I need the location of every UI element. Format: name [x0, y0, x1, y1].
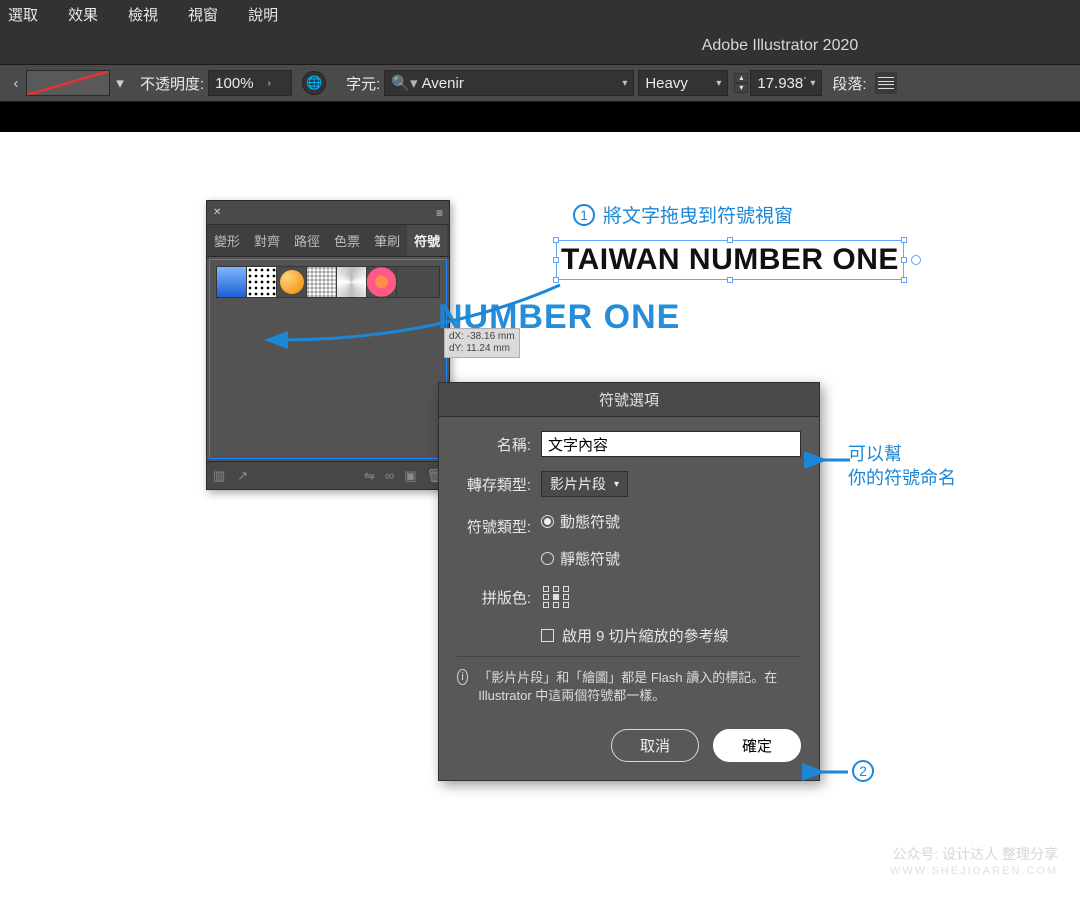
opacity-label: 不透明度: [140, 73, 204, 94]
library-icon[interactable]: ▥ [213, 468, 225, 484]
fill-none-swatch[interactable] [26, 70, 110, 96]
globe-icon[interactable]: 🌐 [302, 71, 326, 95]
info-icon: i [457, 669, 468, 685]
step1-text: 將文字拖曳到符號視窗 [603, 201, 793, 228]
menu-view[interactable]: 檢視 [128, 4, 158, 25]
selection-handle[interactable] [901, 237, 907, 243]
checkbox-icon [541, 629, 554, 642]
font-family-value: Avenir [422, 75, 464, 92]
radio-icon [541, 552, 554, 565]
panel-tabs: 變形 對齊 路徑 色票 筆刷 符號 [207, 225, 449, 257]
close-icon[interactable]: ✕ [213, 207, 221, 218]
chevron-up-icon[interactable]: ▴ [734, 73, 748, 83]
panel-menu-icon[interactable]: ≡ [436, 206, 443, 220]
radio-static[interactable]: 靜態符號 [541, 548, 620, 569]
watermark: 公众号: 设计达人 整理分享 WWW.SHEJIDAREN.COM [890, 846, 1058, 880]
chevron-down-icon[interactable]: ▾ [622, 78, 627, 89]
selection-handle[interactable] [901, 277, 907, 283]
selected-text-object[interactable]: TAIWAN NUMBER ONE [556, 240, 904, 280]
place-symbol-icon[interactable]: ↗ [237, 468, 248, 484]
cancel-button[interactable]: 取消 [611, 729, 699, 762]
registration-label: 拼版色: [457, 587, 531, 608]
doc-bar [0, 102, 1080, 132]
text-anchor-handle[interactable] [911, 255, 921, 265]
tab-align[interactable]: 對齊 [247, 225, 287, 256]
dialog-title: 符號選項 [439, 383, 819, 417]
chevron-left-icon[interactable]: ‹ [6, 75, 26, 92]
options-icon[interactable]: ∞ [385, 468, 394, 484]
registration-grid[interactable] [541, 585, 573, 609]
tab-swatches[interactable]: 色票 [327, 225, 367, 256]
menu-window[interactable]: 視窗 [188, 4, 218, 25]
tab-pathfinder[interactable]: 路徑 [287, 225, 327, 256]
ok-button[interactable]: 確定 [713, 729, 801, 762]
new-symbol-icon[interactable]: ▣ [404, 468, 416, 484]
selection-handle[interactable] [553, 237, 559, 243]
annotation-step2: 2 [852, 760, 874, 782]
char-label: 字元: [346, 73, 380, 94]
watermark-line2: WWW.SHEJIDAREN.COM [890, 863, 1058, 880]
font-size-value: 17.938˙ [757, 75, 808, 92]
slice-checkbox[interactable]: 啟用 9 切片縮放的參考線 [541, 625, 801, 646]
name-label: 名稱: [457, 434, 531, 455]
slice-checkbox-label: 啟用 9 切片縮放的參考線 [562, 625, 729, 646]
annotation-step1: 1 將文字拖曳到符號視窗 [573, 201, 793, 228]
menu-effect[interactable]: 效果 [68, 4, 98, 25]
chevron-down-icon[interactable]: ▾ [734, 83, 748, 93]
break-link-icon[interactable]: ⇋ [364, 468, 375, 484]
radio-dynamic-label: 動態符號 [560, 511, 620, 532]
tab-brushes[interactable]: 筆刷 [367, 225, 407, 256]
panel-header[interactable]: ✕ ≡ [207, 201, 449, 225]
font-size-field[interactable]: 17.938˙ ▾ [750, 70, 822, 96]
export-type-label: 轉存類型: [457, 474, 531, 495]
symbol-options-dialog: 符號選項 名稱: 轉存類型: 影片片段 ▾ 符號類型: 動態符號 靜態符號 拼版… [438, 382, 820, 781]
menu-help[interactable]: 說明 [248, 4, 278, 25]
chevron-down-icon[interactable]: ▾ [810, 78, 815, 89]
tab-transform[interactable]: 變形 [207, 225, 247, 256]
selection-handle[interactable] [553, 257, 559, 263]
export-type-value: 影片片段 [550, 474, 606, 494]
font-weight-field[interactable]: Heavy ▾ [638, 70, 728, 96]
app-titlebar: Adobe Illustrator 2020 [0, 28, 1080, 64]
chevron-down-icon: ▾ [614, 479, 619, 490]
canvas-text: TAIWAN NUMBER ONE [561, 243, 899, 276]
symbol-name-input[interactable] [541, 431, 801, 457]
chevron-down-icon[interactable]: › [268, 78, 271, 89]
annotation-name-l2: 你的符號命名 [848, 466, 956, 490]
chevron-down-icon[interactable]: ▾ [716, 78, 721, 89]
drag-arrow-icon [270, 270, 570, 390]
font-size-stepper[interactable]: ▴ ▾ [734, 73, 748, 93]
opacity-field[interactable]: 100% › [208, 70, 292, 96]
watermark-line1: 公众号: 设计达人 整理分享 [890, 846, 1058, 863]
selection-handle[interactable] [901, 257, 907, 263]
step2-number: 2 [852, 760, 874, 782]
step1-number: 1 [573, 204, 595, 226]
font-family-field[interactable]: 🔍▾ Avenir ▾ [384, 70, 634, 96]
radio-dynamic[interactable]: 動態符號 [541, 511, 620, 532]
radio-static-label: 靜態符號 [560, 548, 620, 569]
menu-select[interactable]: 選取 [8, 4, 38, 25]
annotation-arrow-icon [798, 764, 858, 784]
annotation-name: 可以幫 你的符號命名 [848, 442, 956, 490]
paragraph-label: 段落: [832, 73, 866, 94]
search-icon: 🔍▾ [391, 74, 417, 92]
selection-handle[interactable] [727, 237, 733, 243]
menubar[interactable]: 選取 效果 檢視 視窗 說明 [0, 0, 1080, 28]
opacity-value: 100% [215, 75, 253, 92]
annotation-name-l1: 可以幫 [848, 442, 956, 466]
tab-symbols[interactable]: 符號 [407, 225, 447, 256]
symbol-thumb[interactable] [217, 267, 247, 297]
export-type-select[interactable]: 影片片段 ▾ [541, 471, 628, 497]
chevron-down-icon[interactable]: ▾ [110, 74, 130, 92]
radio-icon [541, 515, 554, 528]
dialog-note: 「影片片段」和「繪圖」都是 Flash 讀入的標記。在 Illustrator … [478, 669, 801, 705]
font-weight-value: Heavy [645, 75, 688, 92]
control-toolbar: ‹ ▾ 不透明度: 100% › 🌐 字元: 🔍▾ Avenir ▾ Heavy… [0, 64, 1080, 102]
app-title: Adobe Illustrator 2020 [702, 37, 859, 55]
symbol-type-label: 符號類型: [457, 516, 531, 537]
paragraph-align-icon[interactable] [875, 72, 897, 94]
selection-handle[interactable] [727, 277, 733, 283]
